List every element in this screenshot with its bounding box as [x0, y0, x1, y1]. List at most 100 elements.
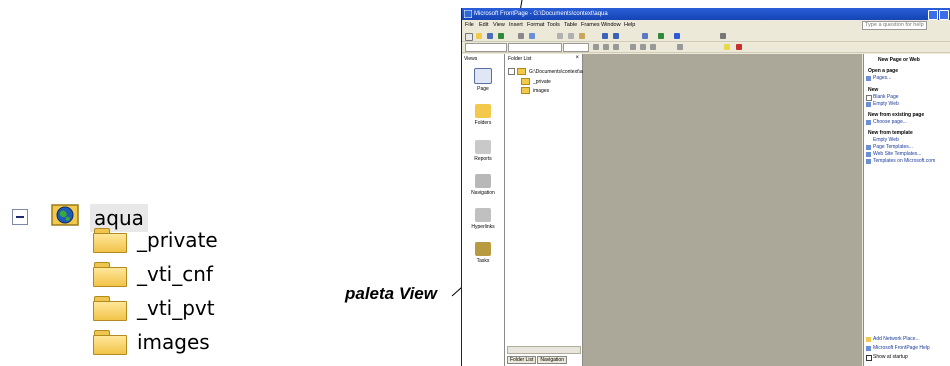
style-dropdown[interactable]: [465, 43, 507, 52]
tab-folder-list[interactable]: Folder List: [507, 356, 537, 364]
menu-table[interactable]: Table: [564, 20, 577, 30]
tab-navigation[interactable]: Navigation: [537, 356, 567, 364]
frontpage-window: Microsoft FrontPage - G:\Documents\conte…: [461, 8, 950, 366]
tree-item-vti-pvt[interactable]: _vti_pvt: [93, 292, 215, 324]
menu-format[interactable]: Format: [527, 20, 544, 30]
navigation-view-icon: [475, 174, 491, 188]
folder-icon: [93, 228, 127, 253]
app-icon: [464, 10, 472, 18]
font-dropdown[interactable]: [508, 43, 562, 52]
folder-icon: [521, 87, 530, 94]
horizontal-scrollbar[interactable]: [507, 346, 581, 354]
folder-icon: [93, 262, 127, 287]
italic-icon[interactable]: [603, 44, 609, 50]
window-title: Microsoft FrontPage - G:\Documents\conte…: [474, 11, 608, 17]
view-reports[interactable]: Reports: [462, 140, 504, 162]
underline-icon[interactable]: [613, 44, 619, 50]
link-pages[interactable]: Pages...: [873, 75, 891, 81]
tasks-view-icon: [475, 242, 491, 256]
link-choose-page[interactable]: Choose page...: [873, 119, 907, 125]
page-view-icon: [474, 68, 492, 84]
link-empty-web[interactable]: Empty Web: [873, 101, 899, 107]
bullets-icon[interactable]: [677, 44, 683, 50]
help-icon: [866, 346, 871, 351]
redo-icon[interactable]: [613, 33, 619, 39]
collapse-toggle-icon[interactable]: [12, 209, 28, 225]
folder-icon: [93, 296, 127, 321]
hyperlink-icon[interactable]: [674, 33, 680, 39]
view-navigation[interactable]: Navigation: [462, 174, 504, 196]
pages-icon: [866, 76, 871, 81]
new-page-icon[interactable]: [465, 33, 473, 41]
link-template-empty-web[interactable]: Empty Web: [873, 137, 899, 143]
task-pane-title: New Page or Web: [878, 57, 920, 63]
show-at-startup-checkbox[interactable]: [866, 355, 872, 361]
link-frontpage-help[interactable]: Microsoft FrontPage Help: [873, 345, 930, 351]
align-center-icon[interactable]: [640, 44, 646, 50]
highlight-color-icon[interactable]: [724, 44, 730, 50]
page-templates-icon: [866, 145, 871, 150]
font-color-icon[interactable]: [736, 44, 742, 50]
folder-list-tabs: Folder List Navigation: [507, 356, 568, 364]
size-dropdown[interactable]: [563, 43, 589, 52]
folder-list-root[interactable]: G:\Documents\context\aqua: [508, 68, 591, 75]
menu-file[interactable]: File: [465, 20, 474, 30]
paste-icon[interactable]: [579, 33, 585, 39]
view-hyperlinks[interactable]: Hyperlinks: [462, 208, 504, 230]
choose-page-icon: [866, 120, 871, 125]
show-at-startup-label: Show at startup: [873, 354, 908, 360]
web-folder-icon: [517, 68, 526, 75]
network-place-icon: [866, 337, 871, 342]
editor-workspace: [583, 54, 862, 366]
views-bar-title: Views: [464, 56, 478, 62]
undo-icon[interactable]: [602, 33, 608, 39]
save-icon[interactable]: [487, 33, 493, 39]
folder-list-item-images[interactable]: images: [521, 87, 549, 94]
insert-table-icon[interactable]: [642, 33, 648, 39]
menu-tools[interactable]: Tools: [547, 20, 560, 30]
publish-icon[interactable]: [498, 33, 504, 39]
zoom-icon[interactable]: [720, 33, 726, 39]
open-icon[interactable]: [476, 33, 482, 39]
section-open-a-page: Open a page: [868, 68, 899, 74]
link-templates-online[interactable]: Templates on Microsoft.com: [873, 158, 935, 164]
insert-picture-icon[interactable]: [658, 33, 664, 39]
menu-view[interactable]: View: [493, 20, 505, 30]
section-new: New: [868, 87, 879, 93]
tree-item-images[interactable]: images: [93, 326, 210, 358]
close-icon[interactable]: ×: [575, 55, 579, 61]
menu-window[interactable]: Window: [601, 20, 621, 30]
restore-button[interactable]: [939, 10, 949, 20]
tree-item-vti-cnf[interactable]: _vti_cnf: [93, 258, 213, 290]
bold-icon[interactable]: [593, 44, 599, 50]
minimize-button[interactable]: [928, 10, 938, 20]
link-add-network-place[interactable]: Add Network Place...: [873, 336, 920, 342]
cut-icon[interactable]: [557, 33, 563, 39]
web-site-templates-icon: [866, 152, 871, 157]
standard-toolbar: [462, 31, 950, 42]
menu-insert[interactable]: Insert: [509, 20, 523, 30]
align-right-icon[interactable]: [650, 44, 656, 50]
align-left-icon[interactable]: [630, 44, 636, 50]
view-tasks[interactable]: Tasks: [462, 242, 504, 264]
link-web-site-templates[interactable]: Web Site Templates...: [873, 151, 921, 157]
folder-list-pane: Folder List × G:\Documents\context\aqua …: [505, 54, 591, 366]
menu-frames[interactable]: Frames: [581, 20, 600, 30]
empty-web-icon: [866, 102, 871, 107]
link-page-templates[interactable]: Page Templates...: [873, 144, 913, 150]
link-blank-page[interactable]: Blank Page: [873, 94, 899, 100]
tree-item-private[interactable]: _private: [93, 224, 218, 256]
copy-icon[interactable]: [568, 33, 574, 39]
print-icon[interactable]: [518, 33, 524, 39]
web-globe-icon: [51, 204, 79, 226]
templates-online-icon: [866, 159, 871, 164]
view-page[interactable]: Page: [462, 68, 504, 92]
menu-help[interactable]: Help: [624, 20, 635, 30]
preview-icon[interactable]: [529, 33, 535, 39]
menu-edit[interactable]: Edit: [479, 20, 488, 30]
task-pane: New Page or Web Open a page Pages... New…: [863, 54, 950, 366]
help-question-box[interactable]: Type a question for help: [862, 21, 927, 30]
view-folders[interactable]: Folders: [462, 104, 504, 126]
views-bar-annotation: paleta View: [345, 284, 437, 303]
folder-list-item-private[interactable]: _private: [521, 78, 551, 85]
